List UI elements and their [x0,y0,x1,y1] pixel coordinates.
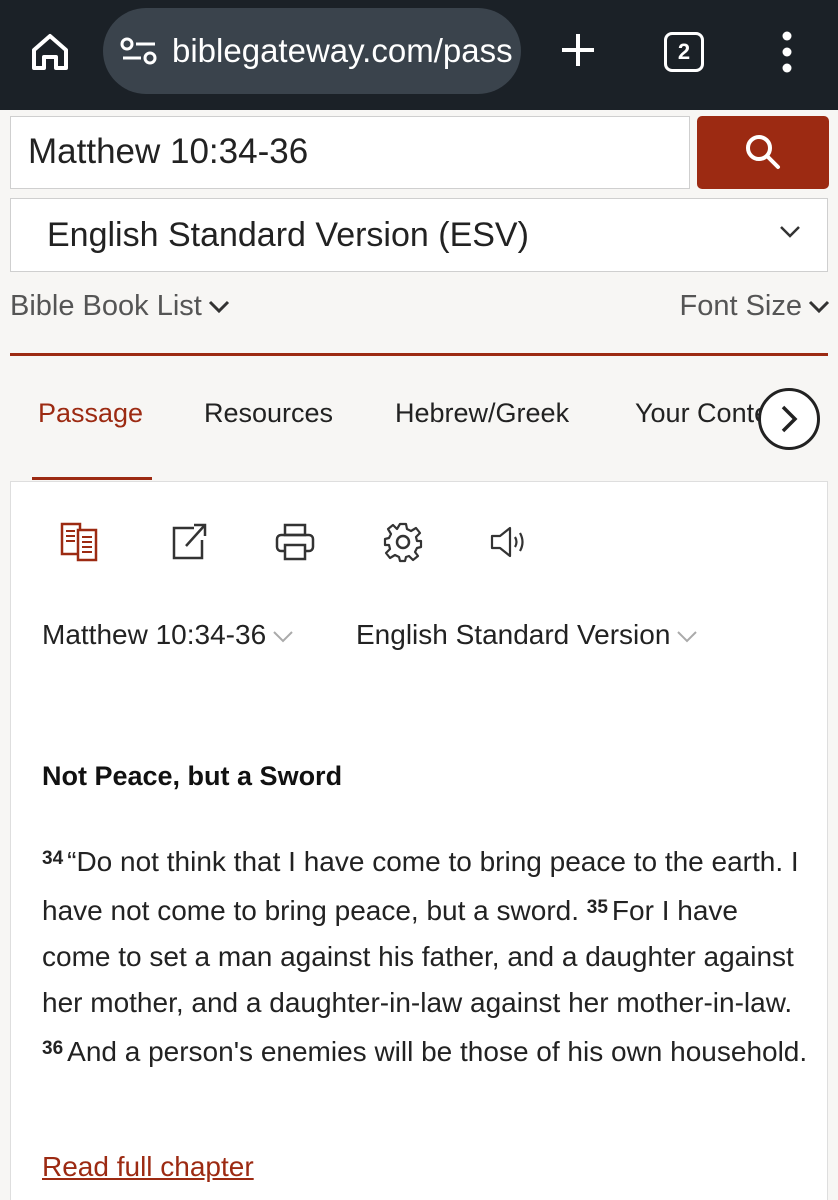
bible-book-list-label: Bible Book List [10,290,202,322]
more-menu-icon[interactable] [776,30,798,74]
chevron-down-icon [808,301,830,314]
tab-your-content[interactable]: Your Content [635,398,770,429]
home-icon[interactable] [28,30,72,74]
url-text[interactable]: biblegateway.com/passage [172,8,512,94]
version-select[interactable]: English Standard Version (ESV) [10,198,828,272]
url-bar[interactable]: biblegateway.com/passage [103,8,521,94]
tab-resources[interactable]: Resources [204,398,333,429]
tab-passage[interactable]: Passage [38,398,143,429]
audio-icon[interactable] [488,520,532,564]
chevron-down-icon [273,630,293,643]
active-tab-indicator [32,477,152,480]
parallel-view-icon[interactable] [58,520,102,564]
verse-number: 35 [586,897,608,918]
chevron-down-icon [677,630,698,643]
browser-toolbar: biblegateway.com/passage 2 [0,0,838,110]
chevron-right-icon [781,405,798,433]
search-button[interactable] [697,116,829,189]
passage-version-select[interactable]: English Standard Version [356,619,698,651]
passage-reference-label: Matthew 10:34-36 [42,619,267,650]
font-size-toggle[interactable]: Font Size [680,290,831,323]
passage-reference-select[interactable]: Matthew 10:34-36 [42,619,294,651]
bible-book-list-toggle[interactable]: Bible Book List [10,290,230,323]
share-icon[interactable] [166,520,210,564]
plus-icon[interactable] [556,28,600,72]
verse-number: 36 [42,1038,64,1059]
tab-scroll-right-button[interactable] [758,388,820,450]
font-size-label: Font Size [679,290,803,322]
tab-your-content-clip: Your Content [630,385,770,445]
passage-version-label: English Standard Version [356,619,671,650]
chevron-down-icon [208,301,229,314]
chevron-down-icon [780,226,800,238]
verse-number: 34 [42,848,64,869]
read-full-chapter-link[interactable]: Read full chapter [42,1151,254,1183]
tab-switcher-icon[interactable]: 2 [664,32,704,72]
settings-icon[interactable] [381,520,425,564]
search-icon [746,135,780,169]
print-icon[interactable] [273,520,317,564]
tab-hebrew-greek[interactable]: Hebrew/Greek [395,398,569,429]
passage-text: 34 “Do not think that I have come to brin… [42,836,812,1075]
search-input[interactable]: Matthew 10:34-36 [10,116,690,189]
passage-heading: Not Peace, but a Sword [42,761,343,791]
version-select-value: English Standard Version (ESV) [47,216,529,254]
site-settings-icon[interactable] [119,36,159,66]
verse-text: And a person's enemies will be those of … [67,1036,808,1067]
nav-divider [10,353,828,356]
